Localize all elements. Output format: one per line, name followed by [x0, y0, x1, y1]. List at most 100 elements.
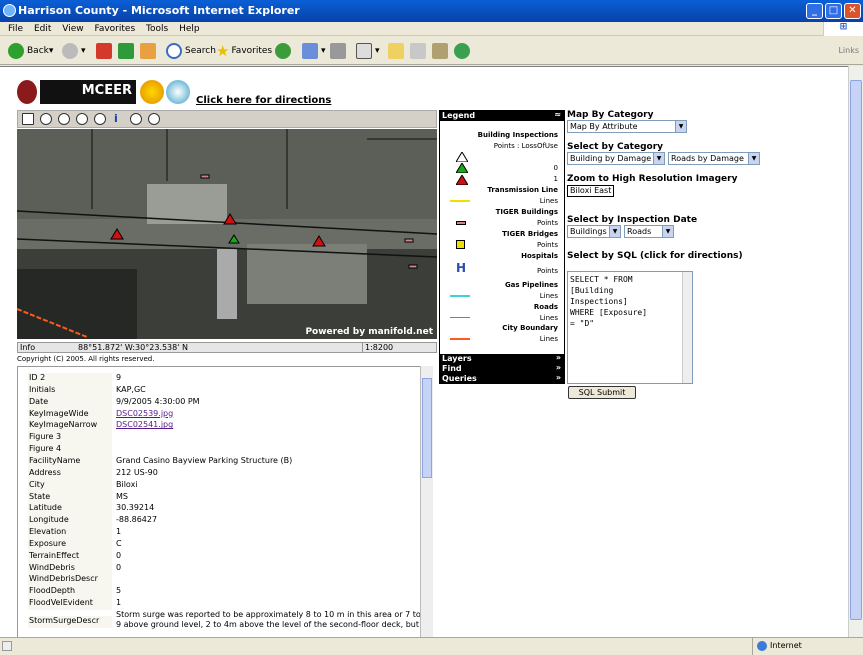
layers-section[interactable]: Layers » — [440, 353, 564, 364]
search-icon — [166, 43, 182, 59]
ie-icon — [3, 4, 16, 17]
image-link[interactable]: DSC02541.jpg — [116, 420, 426, 429]
powered-by-label: Powered by manifold.net — [305, 327, 433, 337]
queries-section[interactable]: Queries » — [440, 373, 564, 384]
sql-scrollbar[interactable] — [682, 272, 692, 383]
search-button[interactable]: Search — [166, 41, 216, 61]
sql-textarea[interactable]: SELECT * FROM [Building Inspections] WHE… — [567, 271, 693, 384]
select-by-category-label: Select by Category — [567, 142, 664, 152]
field-value: 9 — [116, 373, 122, 382]
favorites-button[interactable]: ★ Favorites — [216, 41, 272, 61]
star-icon: ★ — [216, 42, 230, 60]
home-button[interactable] — [140, 41, 159, 61]
table-row: Elevation 1 — [26, 527, 426, 540]
zoom-full-icon[interactable] — [94, 113, 106, 125]
select-tool-icon[interactable] — [22, 113, 34, 125]
table-row: Figure 3 — [26, 432, 426, 445]
menu-tools[interactable]: Tools — [146, 22, 168, 36]
stop-button[interactable] — [96, 41, 115, 61]
field-value: C — [116, 538, 122, 548]
zoom-out-icon[interactable] — [58, 113, 70, 125]
zoom-window-icon[interactable] — [76, 113, 88, 125]
field-name: ID 2 — [28, 373, 112, 385]
research-button[interactable] — [410, 41, 429, 61]
legend-roads-type: Lines — [539, 314, 558, 322]
menu-edit[interactable]: Edit — [34, 22, 51, 36]
table-row: FacilityName Grand Casino Bayview Parking… — [26, 455, 426, 468]
pan-tool-icon[interactable] — [148, 113, 160, 125]
field-value: 212 US-90 — [116, 467, 158, 477]
zoom-in-icon[interactable] — [40, 113, 52, 125]
find-tool-icon[interactable] — [130, 113, 142, 125]
sql-submit-button[interactable]: SQL Submit — [568, 386, 636, 399]
forward-button[interactable]: ▾ — [62, 41, 86, 61]
maximize-button[interactable]: □ — [825, 3, 842, 19]
menu-favorites[interactable]: Favorites — [94, 22, 135, 36]
field-value: 1 — [116, 527, 122, 537]
mail-icon — [302, 43, 318, 59]
legend-gas-pipelines-type: Lines — [539, 292, 558, 300]
aerial-map[interactable]: Powered by manifold.net — [17, 129, 437, 339]
messenger-button[interactable] — [454, 41, 473, 61]
field-value: 30.39214 — [116, 503, 155, 513]
expand-icon[interactable]: » — [556, 373, 561, 382]
date-buildings-select[interactable]: Buildings ▼ — [567, 225, 621, 238]
building-damage-select[interactable]: Building by Damage ▼ — [567, 152, 665, 165]
map-by-attribute-select[interactable]: Map By Attribute ▼ — [567, 120, 687, 133]
chevron-down-icon[interactable]: ▼ — [662, 226, 673, 237]
media-icon — [432, 43, 448, 59]
sql-label[interactable]: Select by SQL (click for directions) — [567, 251, 743, 261]
field-name: FloodDepth — [28, 586, 112, 599]
field-value: 0 — [116, 550, 122, 560]
page-scrollbar[interactable] — [848, 66, 863, 637]
mceer-logo: MCEER — [40, 80, 136, 104]
field-name: Address — [28, 467, 112, 480]
chevron-down-icon[interactable]: ▼ — [609, 226, 620, 237]
image-link[interactable]: DSC02539.jpg — [116, 409, 426, 418]
chevron-down-icon[interactable]: ▼ — [675, 121, 686, 132]
table-row: Exposure C — [26, 538, 426, 551]
legend-header[interactable]: Legend ≈ — [440, 110, 564, 121]
field-value: 5 — [116, 586, 122, 596]
biloxi-east-link[interactable]: Biloxi East — [567, 185, 615, 197]
print-button[interactable] — [330, 41, 349, 61]
directions-link[interactable]: Click here for directions — [196, 95, 331, 106]
find-section[interactable]: Find » — [440, 363, 564, 374]
discuss-button[interactable] — [388, 41, 407, 61]
collapse-icon[interactable]: ≈ — [554, 110, 561, 119]
refresh-button[interactable] — [118, 41, 137, 61]
field-name: FacilityName — [28, 455, 112, 468]
roads-damage-select[interactable]: Roads by Damage ▼ — [668, 152, 760, 165]
table-row: Initials KAP,GC — [26, 384, 426, 397]
back-button[interactable]: Back ▾ — [8, 41, 53, 61]
media-button[interactable] — [432, 41, 451, 61]
mail-button[interactable]: ▾ — [302, 41, 326, 61]
info-tool-icon[interactable]: i — [114, 112, 118, 125]
record-scrollbar[interactable] — [420, 366, 433, 638]
chevron-down-icon[interactable]: ▼ — [653, 153, 664, 164]
close-button[interactable]: ✕ — [844, 3, 861, 19]
page-scrollbar-thumb[interactable] — [850, 80, 862, 620]
coordinate-readout: 88°51.872' W:30°23.538' N — [78, 343, 188, 352]
menu-view[interactable]: View — [62, 22, 83, 36]
hospital-icon: H — [456, 261, 467, 275]
menu-file[interactable]: File — [8, 22, 23, 36]
globe-logo — [166, 80, 190, 104]
map-image[interactable] — [17, 129, 437, 339]
chevron-down-icon[interactable]: ▼ — [748, 153, 759, 164]
queries-label: Queries — [442, 374, 477, 383]
links-label[interactable]: Links — [838, 46, 859, 55]
map-info-bar: Info 88°51.872' W:30°23.538' N 1:8200 — [17, 342, 437, 353]
table-row: Date 9/9/2005 4:30:00 PM — [26, 396, 426, 409]
research-icon — [410, 43, 426, 59]
menu-help[interactable]: Help — [179, 22, 200, 36]
history-button[interactable] — [275, 41, 294, 61]
date-roads-select[interactable]: Roads ▼ — [624, 225, 674, 238]
legend-tiger-buildings-type: Points — [536, 219, 558, 227]
table-row: Longitude -88.86427 — [26, 515, 426, 528]
minimize-button[interactable]: _ — [806, 3, 823, 19]
expand-icon[interactable]: » — [556, 353, 561, 362]
edit-button[interactable]: ▾ — [356, 41, 380, 61]
record-scrollbar-thumb[interactable] — [422, 378, 432, 478]
expand-icon[interactable]: » — [556, 363, 561, 372]
